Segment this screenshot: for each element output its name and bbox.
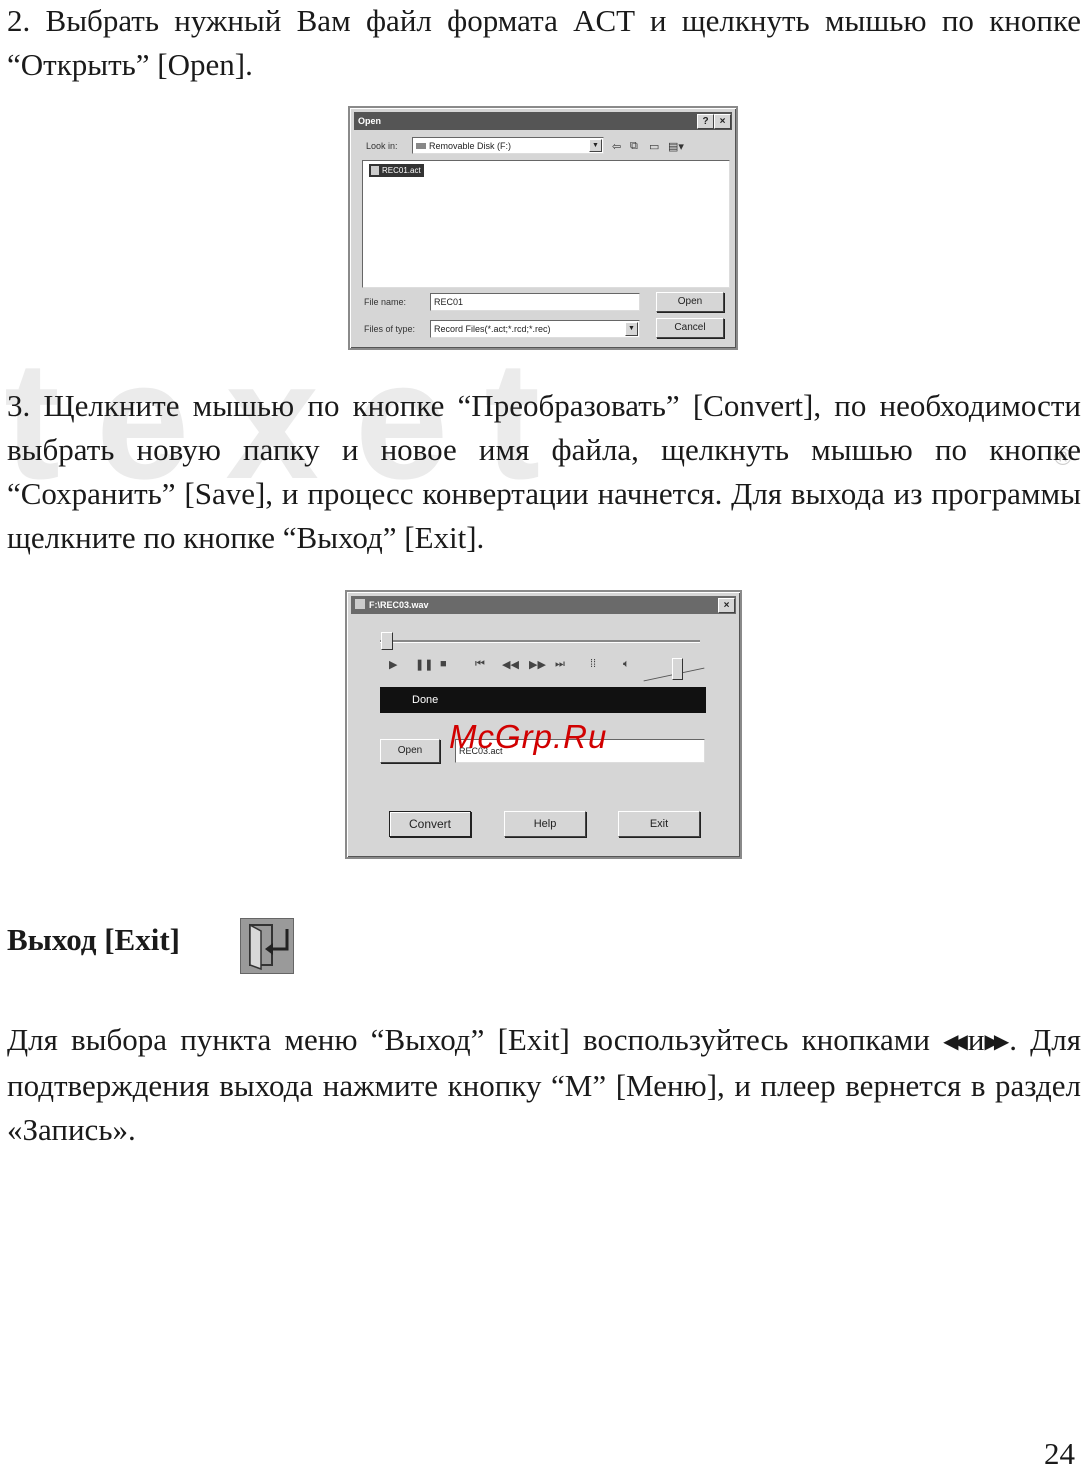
look-in-value: Removable Disk (F:): [429, 141, 512, 151]
chevron-down-icon[interactable]: ▼: [589, 139, 602, 152]
volume-slider-thumb[interactable]: [672, 658, 683, 680]
back-arrow-icon[interactable]: ⇦: [612, 140, 621, 153]
open-dialog-title: Open: [358, 116, 382, 126]
rewind-icon: ◀◀: [943, 1031, 968, 1053]
skip-start-icon[interactable]: ⏮: [475, 658, 485, 671]
exit-text-and: и: [967, 1022, 985, 1057]
up-folder-icon[interactable]: ⧉: [630, 140, 638, 153]
position-slider-track[interactable]: [380, 640, 700, 643]
app-icon: [355, 599, 365, 609]
position-slider-thumb[interactable]: [381, 632, 393, 650]
site-watermark: McGrp.Ru: [449, 718, 608, 755]
play-icon[interactable]: ▶: [389, 658, 397, 671]
step-3-paragraph: 3. Щелкните мышью по кнопке “Преобразова…: [7, 388, 1081, 555]
open-file-dialog: Open ? × Look in: Removable Disk (F:) ▼ …: [348, 106, 738, 350]
exit-section-heading: Выход [Exit]: [7, 922, 180, 957]
view-menu-icon[interactable]: ▤▾: [668, 140, 684, 153]
page-number: 24: [1044, 1436, 1075, 1471]
exit-button[interactable]: Exit: [618, 811, 700, 837]
chevron-down-icon[interactable]: ▼: [625, 322, 638, 336]
exit-instructions-paragraph: Для выбора пункта меню “Выход” [Exit] во…: [7, 1018, 1081, 1152]
volume-icon[interactable]: 🔈︎: [623, 658, 630, 671]
stop-icon[interactable]: ■: [440, 658, 447, 670]
fast-forward-icon: ▶▶: [984, 1031, 1009, 1053]
new-folder-icon[interactable]: ▭: [649, 140, 659, 153]
fast-forward-icon[interactable]: ▶▶: [529, 658, 546, 671]
skip-end-icon[interactable]: ⏭: [555, 658, 565, 671]
file-name-label: File name:: [364, 297, 407, 307]
file-list-item[interactable]: REC01.act: [369, 164, 424, 177]
loop-icon[interactable]: ⁞⁞: [590, 658, 596, 670]
files-of-type-label: Files of type:: [364, 324, 416, 334]
cancel-button[interactable]: Cancel: [656, 318, 724, 338]
convert-button[interactable]: Convert: [389, 811, 471, 837]
file-item-label: REC01.act: [382, 166, 421, 175]
open-button[interactable]: Open: [656, 292, 724, 312]
help-button[interactable]: Help: [504, 811, 586, 837]
converter-title: F:\REC03.wav: [369, 600, 429, 610]
file-name-input[interactable]: REC01: [430, 293, 640, 311]
help-title-button[interactable]: ?: [697, 114, 714, 129]
close-title-button[interactable]: ×: [714, 114, 731, 129]
files-of-type-value: Record Files(*.act;*.rcd;*.rec): [434, 324, 551, 334]
step-2-paragraph: 2. Выбрать нужный Вам файл формата ACT и…: [7, 3, 1081, 82]
pause-icon[interactable]: ❚❚: [415, 658, 433, 671]
drive-icon: [416, 143, 426, 149]
exit-door-icon: [240, 918, 294, 974]
look-in-dropdown[interactable]: Removable Disk (F:) ▼: [412, 137, 604, 154]
file-list[interactable]: REC01.act: [362, 160, 730, 288]
rewind-icon[interactable]: ◀◀: [502, 658, 519, 671]
open-button[interactable]: Open: [380, 739, 440, 763]
status-display: Done: [380, 687, 706, 713]
files-of-type-dropdown[interactable]: Record Files(*.act;*.rcd;*.rec) ▼: [430, 320, 640, 338]
look-in-label: Look in:: [366, 141, 398, 151]
file-icon: [371, 166, 379, 175]
close-title-button[interactable]: ×: [718, 598, 735, 613]
open-dialog-titlebar: Open ? ×: [354, 112, 732, 130]
exit-text-before: Для выбора пункта меню “Выход” [Exit] во…: [7, 1022, 944, 1057]
converter-titlebar: F:\REC03.wav ×: [351, 596, 736, 614]
